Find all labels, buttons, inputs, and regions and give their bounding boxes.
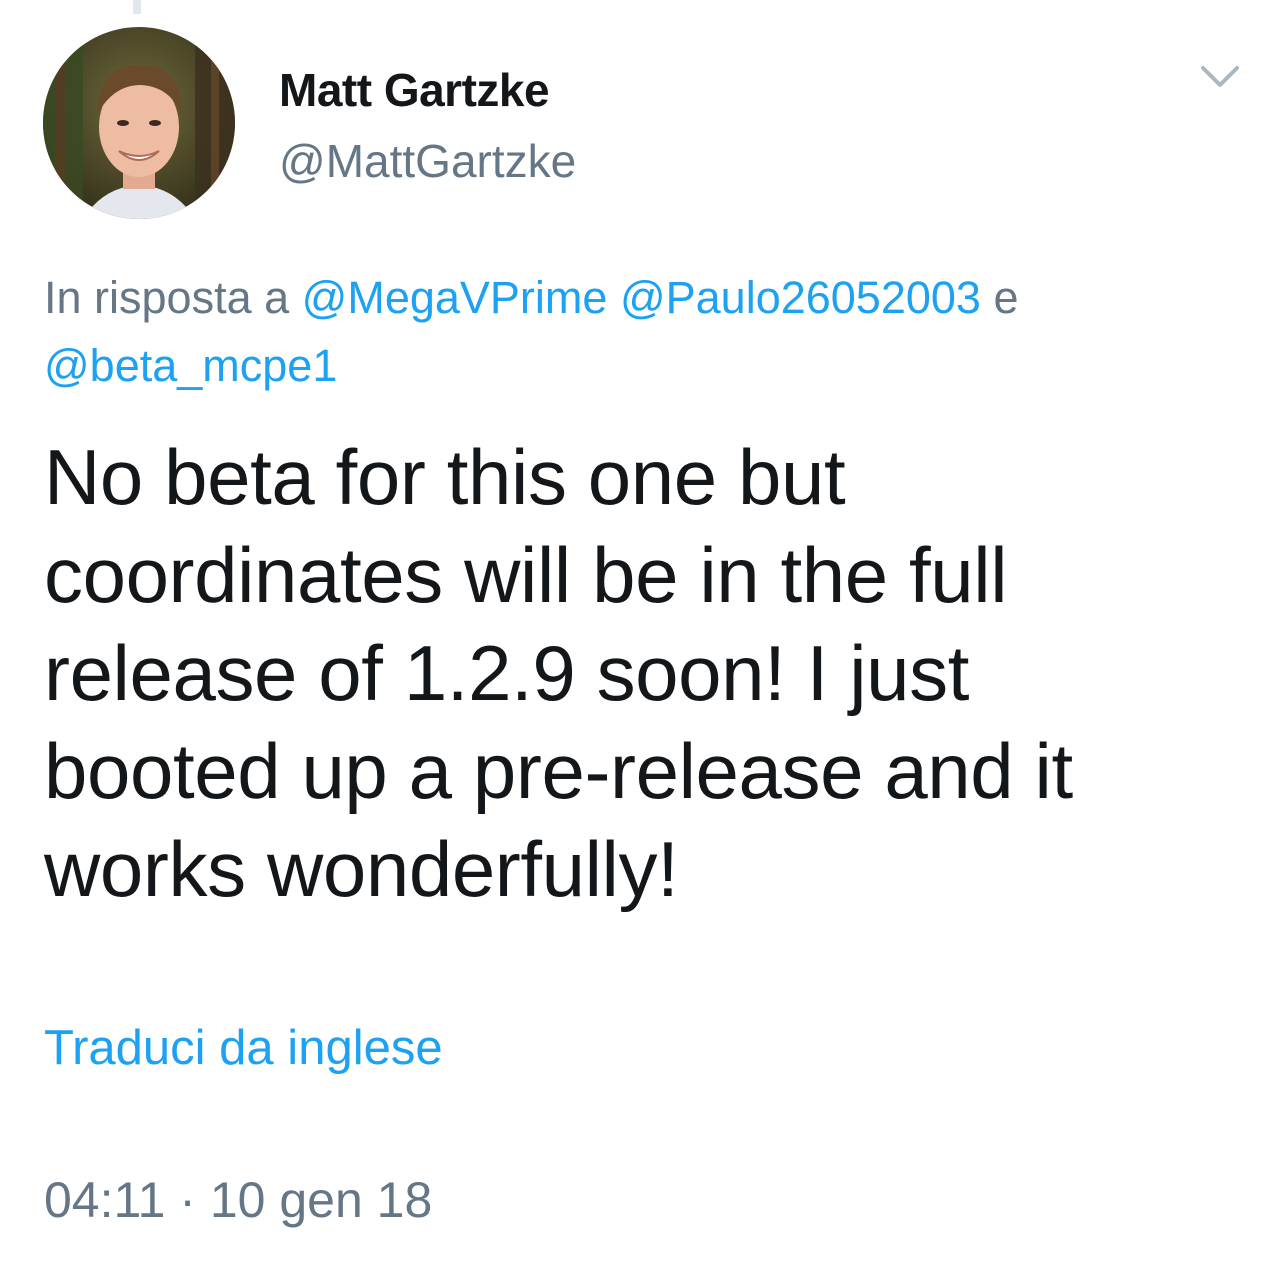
thread-connector-line [133, 0, 141, 14]
reply-conjunction: e [993, 272, 1019, 323]
author-handle[interactable]: @MattGartzke [279, 133, 576, 189]
reply-prefix: In risposta a [44, 272, 290, 323]
chevron-down-icon[interactable] [1196, 58, 1244, 98]
translate-link[interactable]: Traduci da inglese [44, 1018, 443, 1078]
tweet-timestamp[interactable]: 04:11 · 10 gen 18 [44, 1170, 432, 1230]
avatar-photo [43, 27, 235, 219]
mention-link[interactable]: @Paulo26052003 [620, 272, 981, 323]
reply-context: In risposta a @MegaVPrime @Paulo26052003… [44, 264, 1224, 400]
tweet-text: No beta for this one but coordinates wil… [44, 433, 1073, 913]
mention-link[interactable]: @beta_mcpe1 [44, 340, 337, 391]
author-name[interactable]: Matt Gartzke [279, 62, 550, 118]
mention-link[interactable]: @MegaVPrime [302, 272, 608, 323]
avatar[interactable] [43, 27, 235, 219]
